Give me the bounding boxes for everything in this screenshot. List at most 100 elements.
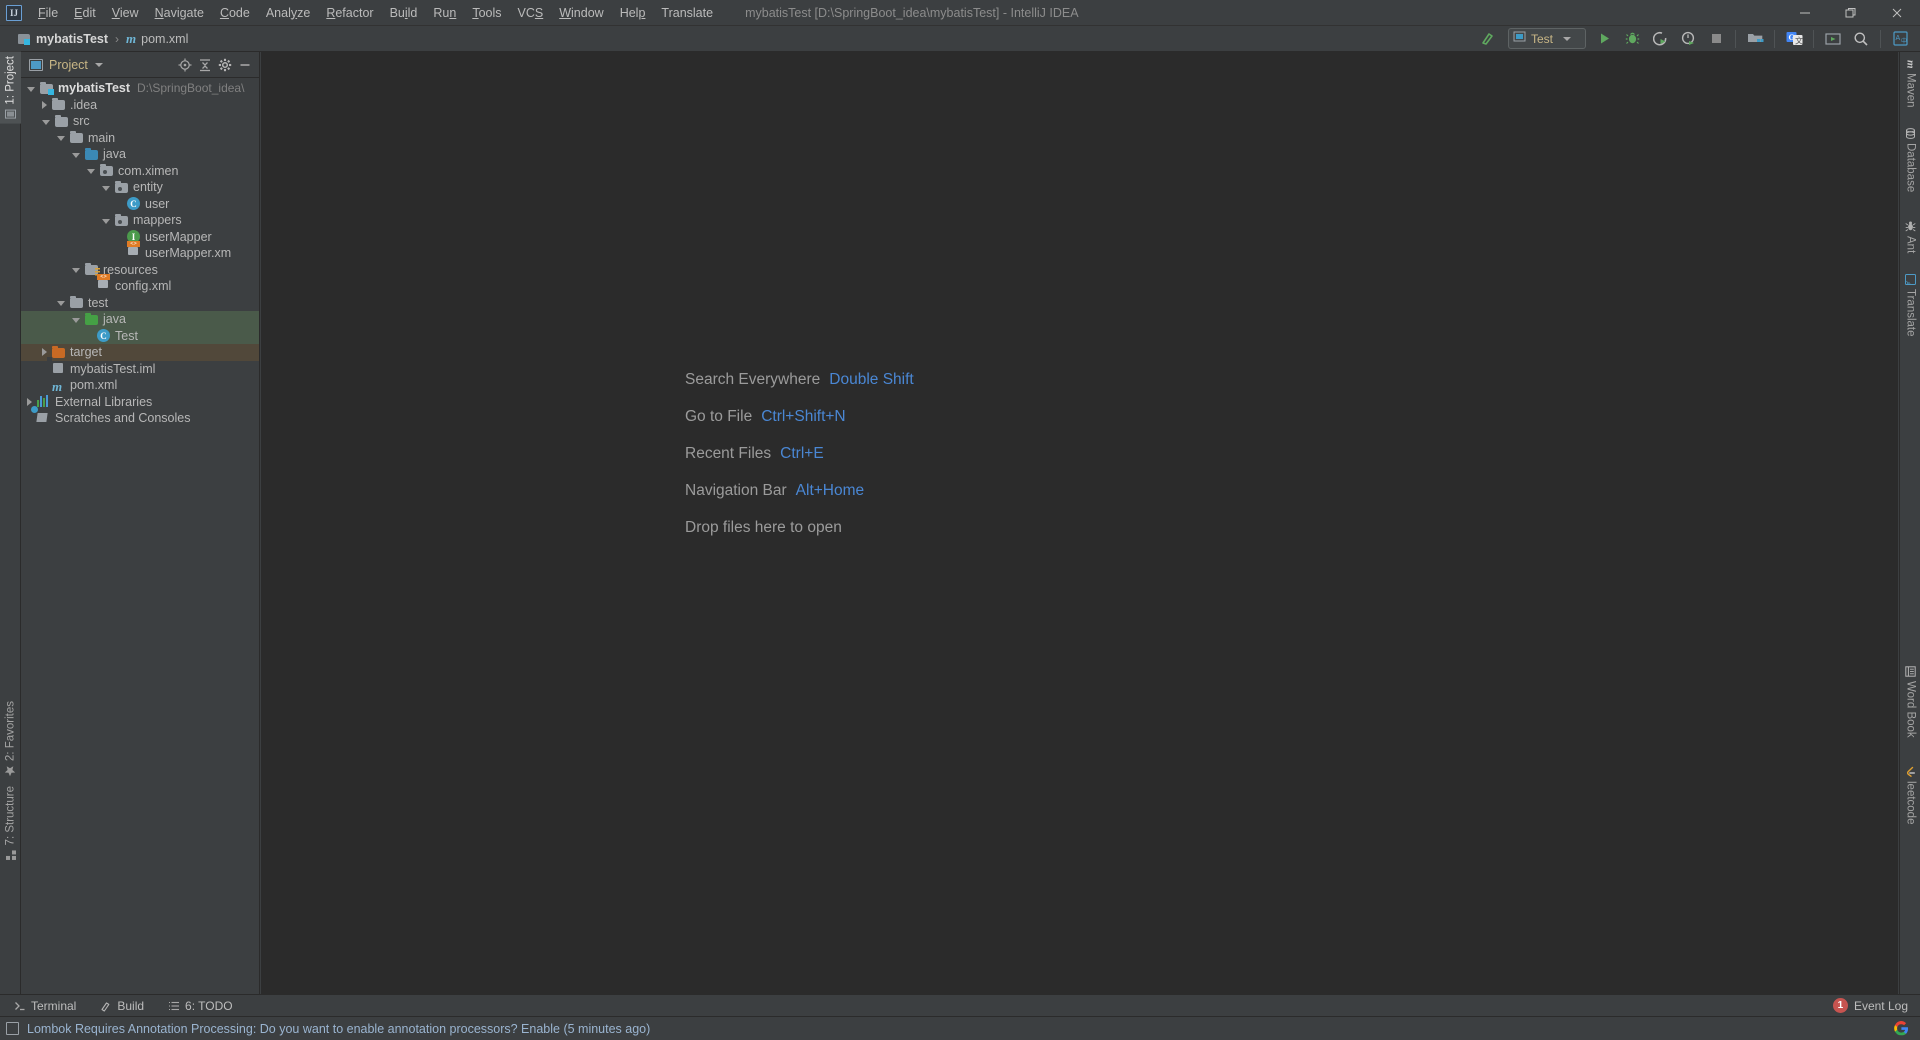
chevron-down-icon[interactable] [87,169,95,175]
svg-text:文: 文 [1795,36,1803,46]
chevron-down-icon[interactable] [57,136,65,142]
chevron-down-icon[interactable] [57,301,65,307]
chevron-down-icon[interactable] [1563,36,1572,41]
menu-item-view[interactable]: View [104,3,147,23]
chevron-right-icon[interactable] [42,100,47,109]
editor-tip-shortcut[interactable]: Double Shift [829,371,913,389]
menu-item-build[interactable]: Build [382,3,426,23]
menu-item-file[interactable]: File [30,3,66,23]
chevron-down-icon[interactable] [102,218,110,224]
menu-item-refactor[interactable]: Refactor [318,3,381,23]
project-structure-icon[interactable] [1742,27,1768,51]
tree-node[interactable]: mybatisTest D:\SpringBoot_idea\ [21,80,259,97]
bottom-tab-terminal[interactable]: Terminal [4,997,86,1015]
breadcrumb-item-file[interactable]: pom.xml [141,32,188,46]
locate-icon[interactable] [175,55,195,75]
tree-node[interactable]: src [21,113,259,130]
menu-item-navigate[interactable]: Navigate [147,3,212,23]
toolbar-divider-2 [1774,29,1775,48]
tree-node[interactable]: Cuser [21,196,259,213]
project-tree[interactable]: mybatisTest D:\SpringBoot_idea\ .idea src ma… [21,78,259,427]
sidebar-label-word-book: Word Book [1904,681,1917,738]
run-icon[interactable] [1591,27,1617,51]
menu-item-help[interactable]: Help [612,3,654,23]
chevron-right-icon[interactable] [42,348,47,357]
editor-tip-shortcut[interactable]: Alt+Home [796,482,865,500]
module-icon [40,81,54,95]
chevron-down-icon[interactable] [72,317,80,323]
presentation-icon[interactable] [1820,27,1846,51]
tree-node[interactable]: .idea [21,97,259,114]
menu-item-analyze[interactable]: Analyze [258,3,318,23]
profile-icon[interactable] [1675,27,1701,51]
maximize-button[interactable] [1828,0,1874,26]
tree-node[interactable]: test [21,295,259,312]
menu-item-window[interactable]: Window [551,3,611,23]
tree-node[interactable]: m pom.xml [21,377,259,394]
tree-node[interactable]: config.xml [21,278,259,295]
tree-node[interactable]: main [21,130,259,147]
tree-node[interactable]: External Libraries [21,394,259,411]
google-translate-icon[interactable]: G 文 [1781,27,1807,51]
menu-item-edit[interactable]: Edit [66,3,104,23]
leetcode-icon [1905,766,1916,777]
tree-node[interactable]: resources [21,262,259,279]
tree-node[interactable]: mybatisTest.iml [21,361,259,378]
sidebar-item-maven[interactable]: m Maven [1900,56,1920,111]
translate-toggle-icon[interactable]: A 中 [1887,27,1913,51]
tree-node[interactable]: IuserMapper [21,229,259,246]
sidebar-item-leetcode[interactable]: leetcode [1900,762,1920,828]
tree-node[interactable]: mappers [21,212,259,229]
menu-item-tools[interactable]: Tools [464,3,509,23]
chevron-down-icon[interactable] [27,86,35,92]
tree-node[interactable]: com.ximen [21,163,259,180]
menu-item-code[interactable]: Code [212,3,258,23]
search-icon[interactable] [1848,27,1874,51]
breadcrumb-separator: › [115,31,120,46]
chevron-down-icon[interactable] [72,268,80,274]
tree-node[interactable]: java [21,311,259,328]
sidebar-item-project[interactable]: 1: Project [0,52,21,124]
sidebar-item-ant[interactable]: Ant [1900,217,1920,257]
close-button[interactable] [1874,0,1920,26]
tree-node[interactable]: entity [21,179,259,196]
chevron-down-icon[interactable] [42,119,50,125]
chevron-down-icon[interactable] [72,152,80,158]
editor-tip-shortcut[interactable]: Ctrl+Shift+N [761,408,845,426]
sidebar-item-structure[interactable]: 7: Structure [0,782,21,864]
chevron-down-icon[interactable] [102,185,110,191]
run-configuration-selector[interactable]: Test [1508,28,1586,49]
sidebar-item-database[interactable]: Database [1900,124,1920,196]
minimize-button[interactable] [1782,0,1828,26]
tree-node[interactable]: C Test [21,327,259,344]
debug-icon[interactable] [1619,27,1645,51]
menu-item-run[interactable]: Run [425,3,464,23]
tree-node[interactable]: Scratches and Consoles [21,410,259,427]
folder-icon [70,296,84,309]
stop-icon[interactable] [1703,27,1729,51]
bottom-tab-todo[interactable]: 6: TODO [158,997,243,1015]
tree-node[interactable]: java [21,146,259,163]
project-panel-chevron-icon[interactable] [94,62,103,67]
run-with-coverage-icon[interactable] [1647,27,1673,51]
xml-file-icon [127,247,141,260]
editor-tip-shortcut[interactable]: Ctrl+E [780,445,824,463]
build-icon[interactable] [1475,27,1501,51]
hide-panel-icon[interactable] [235,55,255,75]
bottom-tab-build[interactable]: Build [90,997,154,1015]
sidebar-item-translate[interactable]: A 中 Translate [1900,270,1920,341]
sidebar-item-favorites[interactable]: 2: Favorites [0,697,21,781]
sidebar-item-word-book[interactable]: Word Book [1900,662,1920,742]
project-panel-title: Project [49,57,88,72]
settings-gear-icon[interactable] [215,55,235,75]
tree-node[interactable]: target [21,344,259,361]
event-log-button[interactable]: 1 Event Log [1832,998,1920,1013]
menu-item-vcs[interactable]: VCS [510,3,552,23]
collapse-all-icon[interactable] [195,55,215,75]
breadcrumb-item-project[interactable]: mybatisTest [36,32,108,46]
tree-node[interactable]: userMapper.xm [21,245,259,262]
status-bar-message[interactable]: Lombok Requires Annotation Processing: D… [27,1022,650,1036]
google-icon[interactable] [1894,1020,1910,1037]
chevron-right-icon[interactable] [27,397,32,406]
menu-item-translate[interactable]: Translate [653,3,721,23]
